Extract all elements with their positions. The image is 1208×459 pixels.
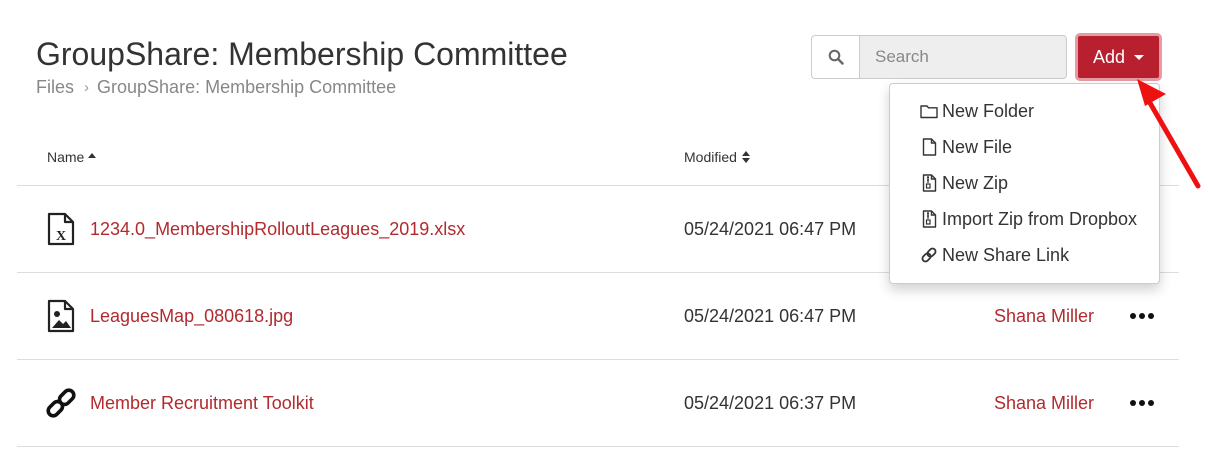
page-title: GroupShare: Membership Committee bbox=[36, 36, 568, 72]
svg-text:X: X bbox=[56, 229, 66, 244]
search-input[interactable] bbox=[859, 35, 1067, 79]
menu-item-label: New Share Link bbox=[942, 244, 1070, 265]
link-icon bbox=[46, 388, 76, 418]
annotation-arrow-icon bbox=[1137, 79, 1201, 189]
zip-file-icon bbox=[920, 209, 938, 229]
column-header-modified[interactable]: Modified bbox=[684, 149, 750, 165]
more-actions-button[interactable] bbox=[1130, 309, 1154, 323]
modified-date: 05/24/2021 06:47 PM bbox=[684, 219, 857, 239]
search-bar bbox=[811, 35, 1067, 79]
menu-item-label: New File bbox=[942, 136, 1013, 157]
menu-item-new-file[interactable]: New File bbox=[890, 129, 1159, 165]
table-row: Member Recruitment Toolkit 05/24/2021 06… bbox=[17, 360, 1179, 447]
image-file-icon bbox=[47, 299, 75, 333]
column-header-name[interactable]: Name bbox=[47, 149, 97, 165]
owner-link[interactable]: Shana Miller bbox=[994, 393, 1094, 414]
add-button-label: Add bbox=[1092, 46, 1126, 67]
table-row: LeaguesMap_080618.jpg 05/24/2021 06:47 P… bbox=[17, 273, 1179, 360]
breadcrumb-files-link[interactable]: Files bbox=[36, 77, 74, 98]
file-name-link[interactable]: LeaguesMap_080618.jpg bbox=[90, 306, 293, 327]
link-icon bbox=[920, 245, 938, 265]
folder-icon bbox=[920, 101, 938, 121]
breadcrumb: Files › GroupShare: Membership Committee bbox=[36, 77, 396, 98]
modified-date: 05/24/2021 06:47 PM bbox=[684, 306, 857, 326]
caret-down-icon bbox=[1134, 55, 1145, 60]
column-header-name-label: Name bbox=[47, 149, 85, 165]
file-name-link[interactable]: 1234.0_MembershipRolloutLeagues_2019.xls… bbox=[90, 219, 465, 240]
search-button[interactable] bbox=[811, 35, 859, 79]
add-dropdown-menu: New Folder New File New Zip Import Zip f… bbox=[889, 83, 1160, 284]
menu-item-new-folder[interactable]: New Folder bbox=[890, 93, 1159, 129]
menu-item-new-share-link[interactable]: New Share Link bbox=[890, 237, 1159, 273]
breadcrumb-current: GroupShare: Membership Committee bbox=[97, 77, 397, 97]
menu-item-label: Import Zip from Dropbox bbox=[942, 208, 1138, 229]
column-header-modified-label: Modified bbox=[684, 149, 737, 165]
excel-file-icon: X bbox=[47, 212, 75, 246]
menu-item-label: New Zip bbox=[942, 172, 1009, 193]
more-actions-button[interactable] bbox=[1130, 396, 1154, 410]
file-icon bbox=[920, 137, 938, 157]
menu-item-new-zip[interactable]: New Zip bbox=[890, 165, 1159, 201]
search-icon bbox=[828, 49, 844, 65]
modified-date: 05/24/2021 06:37 PM bbox=[684, 393, 857, 413]
breadcrumb-separator: › bbox=[84, 79, 90, 96]
owner-link[interactable]: Shana Miller bbox=[994, 306, 1094, 327]
zip-file-icon bbox=[920, 173, 938, 193]
menu-item-import-zip-dropbox[interactable]: Import Zip from Dropbox bbox=[890, 201, 1159, 237]
file-name-link[interactable]: Member Recruitment Toolkit bbox=[90, 393, 314, 414]
sort-ascending-icon bbox=[88, 153, 97, 158]
sort-icon bbox=[741, 151, 750, 163]
menu-item-label: New Folder bbox=[942, 100, 1035, 121]
